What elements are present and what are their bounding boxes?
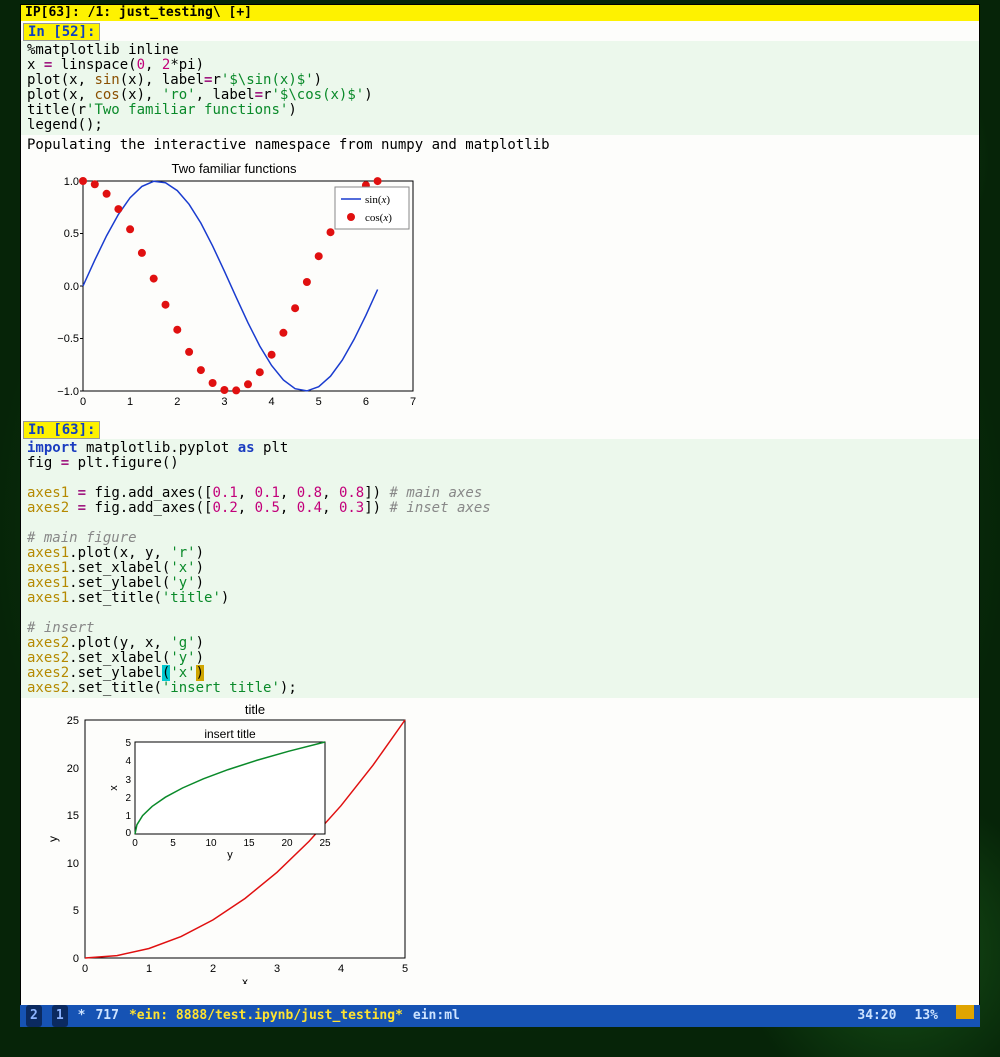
- modeline-mode: ein:ml: [413, 1005, 460, 1027]
- modeline-badge-1: 2: [26, 1005, 42, 1027]
- svg-text:x: x: [242, 975, 248, 984]
- cursor-block: ): [196, 665, 204, 681]
- svg-text:20: 20: [67, 763, 79, 775]
- mode-line: 2 1 * 717 *ein: 8888/test.ipynb/just_tes…: [20, 1005, 980, 1027]
- svg-text:sin(x): sin(x): [365, 194, 390, 206]
- svg-text:20: 20: [281, 838, 293, 849]
- svg-text:4: 4: [125, 756, 131, 767]
- svg-text:5: 5: [316, 396, 322, 408]
- svg-text:5: 5: [170, 838, 176, 849]
- svg-text:y: y: [46, 836, 60, 842]
- svg-text:1: 1: [125, 811, 131, 822]
- cell-1[interactable]: In [52]: %matplotlib inline x = linspace…: [21, 21, 979, 413]
- svg-text:0: 0: [125, 828, 131, 839]
- svg-text:2: 2: [125, 793, 131, 804]
- svg-text:15: 15: [67, 810, 79, 822]
- svg-text:25: 25: [67, 715, 79, 727]
- modeline-end-block: [956, 1005, 974, 1019]
- svg-text:0: 0: [80, 396, 86, 408]
- svg-text:2: 2: [174, 396, 180, 408]
- plot2-title: title: [245, 702, 265, 717]
- editor-window[interactable]: IP[63]: /1: just_testing\ [+] In [52]: %…: [20, 4, 980, 1017]
- svg-text:0.0: 0.0: [64, 281, 79, 293]
- svg-text:1.0: 1.0: [64, 177, 79, 188]
- svg-text:x: x: [108, 785, 120, 791]
- svg-text:−1.0: −1.0: [57, 386, 79, 398]
- modeline-position: 34:20: [857, 1005, 896, 1027]
- cell-2-code[interactable]: import matplotlib.pyplot as plt fig = pl…: [21, 439, 979, 698]
- svg-text:0.5: 0.5: [64, 228, 79, 240]
- plot1-title: Two familiar functions: [45, 161, 423, 176]
- svg-text:10: 10: [67, 858, 79, 870]
- svg-text:6: 6: [363, 396, 369, 408]
- cell-2[interactable]: In [63]: import matplotlib.pyplot as plt…: [21, 419, 979, 984]
- svg-text:1: 1: [127, 396, 133, 408]
- svg-text:2: 2: [210, 963, 216, 975]
- svg-text:−0.5: −0.5: [57, 333, 79, 345]
- svg-text:4: 4: [338, 963, 344, 975]
- svg-text:cos(x): cos(x): [365, 212, 392, 224]
- svg-text:25: 25: [319, 838, 331, 849]
- svg-text:7: 7: [410, 396, 416, 408]
- svg-text:5: 5: [73, 905, 79, 917]
- svg-text:3: 3: [221, 396, 227, 408]
- cell-1-prompt: In [52]:: [23, 23, 100, 41]
- svg-text:15: 15: [243, 838, 255, 849]
- svg-text:5: 5: [125, 738, 131, 749]
- svg-text:0: 0: [73, 953, 79, 965]
- svg-text:insert title: insert title: [204, 727, 256, 741]
- svg-text:0: 0: [132, 838, 138, 849]
- svg-text:1: 1: [146, 963, 152, 975]
- cell-2-plot: title 0 5 10 15 20 25 y: [45, 702, 423, 984]
- window-title: IP[63]: /1: just_testing\ [+]: [21, 5, 979, 21]
- modeline-line-num: 717: [95, 1005, 118, 1027]
- cell-1-code[interactable]: %matplotlib inline x = linspace(0, 2*pi)…: [21, 41, 979, 135]
- svg-text:5: 5: [402, 963, 408, 975]
- cell-1-stdout: Populating the interactive namespace fro…: [21, 135, 979, 155]
- cell-1-plot: Two familiar functions 1.0 0.5 0.0 −0.5 …: [45, 161, 423, 413]
- modeline-percent: 13%: [915, 1005, 938, 1027]
- svg-text:0: 0: [82, 963, 88, 975]
- svg-text:y: y: [227, 849, 233, 861]
- plot1-svg: 1.0 0.5 0.0 −0.5 −1.0 0 1 2 3 4 5 6: [45, 177, 423, 413]
- modeline-buffer-name: *ein: 8888/test.ipynb/just_testing*: [129, 1008, 403, 1023]
- svg-text:4: 4: [269, 396, 275, 408]
- svg-text:3: 3: [125, 775, 131, 786]
- plot2-svg: title 0 5 10 15 20 25 y: [45, 702, 423, 984]
- modeline-badge-2: 1: [52, 1005, 68, 1027]
- svg-text:10: 10: [205, 838, 217, 849]
- svg-text:3: 3: [274, 963, 280, 975]
- cell-2-prompt: In [63]:: [23, 421, 100, 439]
- modeline-modified: *: [78, 1005, 86, 1027]
